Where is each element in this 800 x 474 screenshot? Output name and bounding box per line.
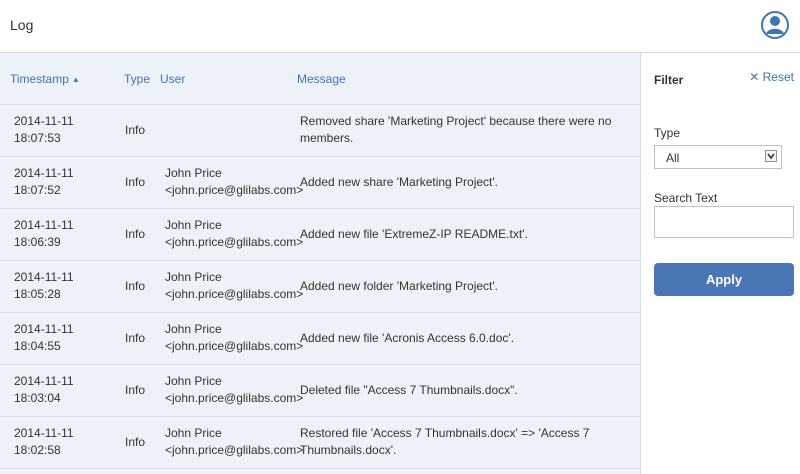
log-table: Timestamp ▲ Type User Message 2014-11-11 1…	[0, 53, 641, 474]
message-cell: Added new share 'Marketing Project'.	[300, 175, 499, 189]
column-user-header[interactable]: User	[160, 72, 185, 86]
search-text-label: Search Text	[654, 191, 718, 205]
timestamp-cell: 2014-11-11 18:05:28	[14, 270, 74, 301]
message-cell: Added new file 'Acronis Access 6.0.doc'.	[300, 331, 515, 345]
user-cell: John Price <john.price@glilabs.com>	[165, 270, 304, 301]
close-icon: ✕	[749, 70, 760, 84]
timestamp-cell: 2014-11-11 18:03:04	[14, 374, 74, 405]
column-message-header[interactable]: Message	[297, 72, 346, 86]
timestamp-cell: 2014-11-11 18:07:52	[14, 166, 74, 197]
user-cell: John Price <john.price@glilabs.com>	[165, 218, 304, 249]
timestamp-cell: 2014-11-11 18:07:53	[14, 114, 74, 145]
user-cell: John Price <john.price@glilabs.com>	[165, 166, 304, 197]
apply-button[interactable]: Apply	[654, 263, 794, 296]
timestamp-cell: 2014-11-11 18:06:39	[14, 218, 74, 249]
type-select-value: All	[666, 151, 680, 165]
timestamp-cell: 2014-11-11 18:04:55	[14, 322, 74, 353]
message-cell: Added new file 'ExtremeZ-IP README.txt'.	[300, 227, 528, 241]
filter-title: Filter	[654, 73, 684, 87]
table-row[interactable]: 2014-11-11 18:03:04 Info John Price <john.…	[0, 365, 640, 417]
page-title: Log	[10, 17, 34, 33]
user-avatar-icon[interactable]	[760, 8, 790, 42]
message-cell: Removed share 'Marketing Project' becaus…	[300, 114, 612, 145]
table-row[interactable]: 2014-11-11 18:07:53 Info Removed share 'M…	[0, 105, 640, 157]
user-cell: John Price <john.price@glilabs.com>	[165, 426, 304, 457]
type-select[interactable]: All	[654, 145, 782, 169]
type-cell: Info	[125, 331, 146, 345]
type-cell: Info	[125, 435, 146, 449]
type-cell: Info	[125, 279, 146, 293]
table-row[interactable]: 2014-11-11 18:05:28 Info John Price <john.…	[0, 261, 640, 313]
user-cell: John Price <john.price@glilabs.com>	[165, 374, 304, 405]
type-cell: Info	[125, 123, 146, 137]
chevron-down-icon	[765, 150, 777, 162]
type-filter-label: Type	[654, 126, 681, 140]
top-bar: Log	[0, 0, 800, 53]
type-cell: Info	[125, 175, 146, 189]
type-cell: Info	[125, 383, 146, 397]
column-type-header[interactable]: Type	[124, 72, 150, 86]
message-cell: Deleted file "Access 7 Thumbnails.docx".	[300, 383, 518, 397]
table-row[interactable]: 2014-11-11 18:06:39 Info John Price <john.…	[0, 209, 640, 261]
column-timestamp-header[interactable]: Timestamp ▲	[10, 72, 80, 86]
message-cell: Added new folder 'Marketing Project'.	[300, 279, 499, 293]
timestamp-cell: 2014-11-11 18:02:58	[14, 426, 74, 457]
filter-panel: Filter ✕ Reset Type All Search Text Appl…	[641, 53, 800, 474]
table-row[interactable]: 2014-11-11 18:04:55 Info John Price <john.…	[0, 313, 640, 365]
user-cell: John Price <john.price@glilabs.com>	[165, 322, 304, 353]
message-cell: Restored file 'Access 7 Thumbnails.docx'…	[300, 426, 590, 457]
reset-link[interactable]: ✕ Reset	[749, 70, 794, 84]
type-cell: Info	[125, 227, 146, 241]
sort-ascending-icon: ▲	[71, 75, 80, 84]
table-row[interactable]: 2014-11-11 18:02:58 Info John Price <john.…	[0, 417, 640, 469]
search-text-input[interactable]	[654, 206, 794, 238]
table-row[interactable]: 2014-11-11 18:07:52 Info John Price <john.…	[0, 157, 640, 209]
table-header: Timestamp ▲ Type User Message	[0, 53, 640, 105]
